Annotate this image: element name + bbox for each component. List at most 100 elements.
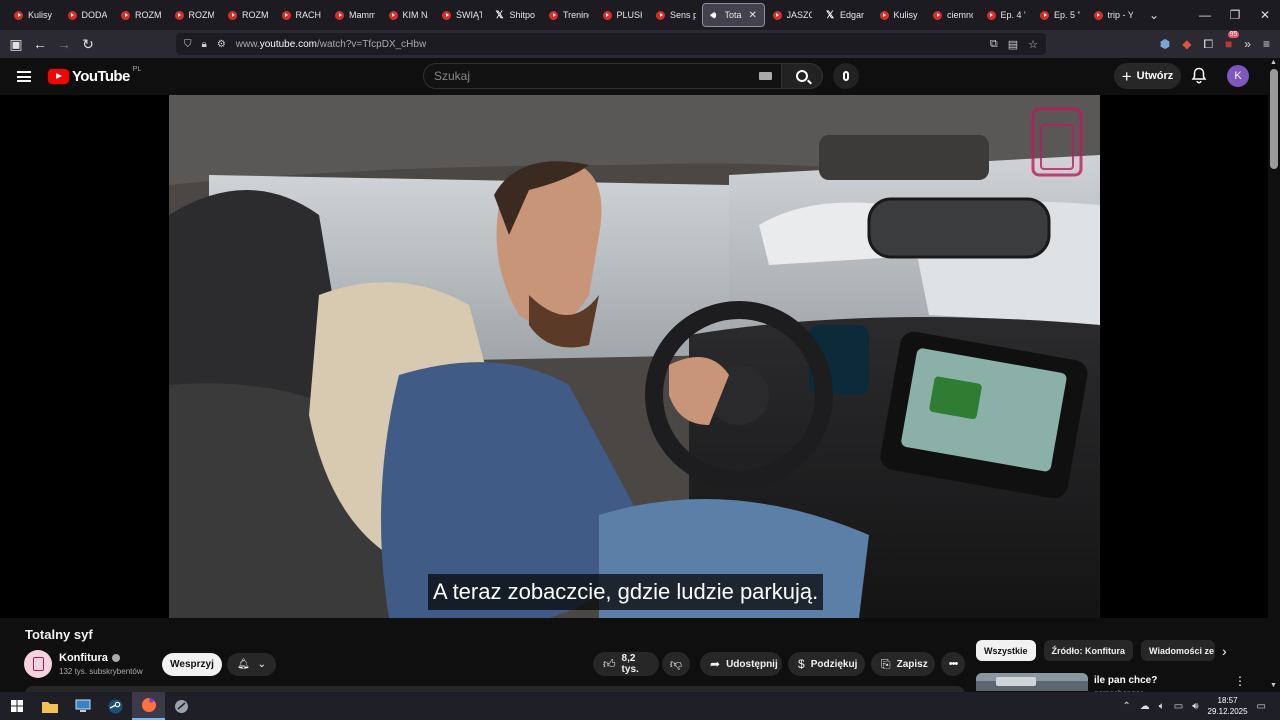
browser-tab[interactable]: Mamm [327,3,381,27]
speaker-tray-icon[interactable]: 🔈︎ [1159,701,1165,712]
url-path: /watch?v=TfcpDX_cHbw [316,38,427,50]
support-button[interactable]: Wesprzyj [162,653,222,676]
addon-badge-icon[interactable]: ■ 95 [1225,31,1240,51]
back-arrow-icon[interactable]: ← [28,36,52,52]
browser-tab[interactable]: trip - Y [1086,3,1140,27]
channel-avatar[interactable] [24,650,52,678]
shield-extension-icon[interactable]: ⬢ [1160,37,1170,51]
browser-tab[interactable]: JASZC [765,3,819,27]
channel-name-link[interactable]: Konfitura [59,652,120,664]
browser-tab[interactable]: RACHU [274,3,328,27]
close-window-icon[interactable]: ✕ [1250,8,1280,22]
chip-from-channel[interactable]: Źródło: Konfitura [1043,640,1134,661]
reader-view-icon[interactable]: ▤ [1008,38,1018,51]
browser-tab[interactable]: DODAJ [60,3,114,27]
browser-tab[interactable]: ROZMO [220,3,274,27]
microphone-icon [843,71,849,81]
browser-tab[interactable]: Ep. 4 " [979,3,1033,27]
browser-tab[interactable]: Kulisy p [6,3,60,27]
browser-tab[interactable]: 🔊︎ Tota ✕ [701,3,765,27]
tab-title: Shitpo [509,10,536,20]
chip-all[interactable]: Wszystkie [976,640,1036,661]
chips-next-chevron-icon[interactable]: › [1222,643,1227,659]
tray-overflow-chevron-icon[interactable]: ⌃ [1122,701,1130,712]
like-button[interactable]: 👍︎ 8,2 tys. [593,652,659,676]
browser-tab[interactable]: ROZMO [167,3,221,27]
restore-window-icon[interactable]: ❐ [1220,8,1250,22]
recommendation-thumbnail[interactable] [976,673,1088,691]
browser-tab[interactable]: Sens p [648,3,702,27]
tracking-shield-icon[interactable]: ⛉ [184,39,192,50]
browser-toolbar: ▣ ← → ↻ ⛉ 🔒︎ ⚙︎ www. youtube.com/watch?v=… [0,30,1280,58]
youtube-logo[interactable]: YouTube PL [48,66,141,85]
keyboard-icon[interactable] [759,72,772,80]
share-button[interactable]: ➦ Udostępnij [700,652,782,676]
app-menu-icon[interactable]: ≡ [1263,37,1270,51]
steam-icon[interactable] [99,692,132,720]
lock-icon[interactable]: 🔒︎ [202,39,207,50]
browser-tab[interactable]: ROZMO [113,3,167,27]
video-frame[interactable] [169,95,1100,618]
tab-title: ŚWIĄT [456,10,482,20]
create-button[interactable]: + Utwórz [1114,63,1181,89]
scrollbar-thumb[interactable] [1270,69,1278,169]
browser-tab[interactable]: Kulisy p [872,3,926,27]
system-clock[interactable]: 18:57 29.12.2025 [1208,695,1248,717]
bookmark-star-icon[interactable]: ☆ [1028,38,1038,51]
app-icon[interactable] [165,692,198,720]
voice-search-button[interactable] [833,63,859,89]
start-windows-icon[interactable] [0,692,33,720]
browser-tab[interactable]: ciemno [925,3,979,27]
browser-tab[interactable]: ŚWIĄT [434,3,488,27]
hamburger-menu-icon[interactable] [17,71,31,82]
account-avatar[interactable]: K [1227,65,1249,87]
browser-tab[interactable]: 𝕏 Edgar [818,3,872,27]
picture-in-picture-icon[interactable]: ⧉ [990,38,998,51]
file-explorer-icon[interactable] [33,692,66,720]
permissions-icon[interactable]: ⚙︎ [217,39,226,50]
address-bar[interactable]: ⛉ 🔒︎ ⚙︎ www. youtube.com/watch?v=TfcpDX_c… [176,33,1046,55]
notifications-bell-icon[interactable] [1191,67,1207,84]
browser-tab[interactable]: KIM NA [381,3,435,27]
subscription-notifications-button[interactable]: 🔔︎ ⌄ [227,653,276,676]
youtube-icon [602,10,612,20]
forward-arrow-icon[interactable]: → [52,36,76,52]
minimize-window-icon[interactable]: — [1190,8,1220,22]
youtube-icon [228,10,237,20]
youtube-icon [879,10,889,20]
extensions-puzzle-icon[interactable]: ⧠ [1203,37,1213,52]
search-button[interactable] [781,63,823,89]
thanks-button[interactable]: $ Podziękuj [788,652,865,676]
tab-overflow-chevron-icon[interactable]: ⌄ [1139,8,1169,22]
video-title: Totalny syf [25,627,93,642]
volume-icon[interactable]: 🔊︎ [1192,701,1198,712]
notifications-icon[interactable]: ▭ [1257,701,1266,712]
firefox-icon[interactable] [132,692,165,720]
overflow-chevrons-icon[interactable]: » [1244,37,1251,51]
browser-tab[interactable]: Ep. 5 " [1032,3,1086,27]
browser-tab[interactable]: 𝕏 Shitpo [488,3,542,27]
network-pc-icon[interactable] [66,692,99,720]
scroll-up-arrow-icon[interactable]: ▲ [1270,59,1277,66]
save-button[interactable]: ⎘ Zapisz [871,652,935,676]
fox-extension-icon[interactable]: ◆ [1182,37,1191,51]
recommendation-menu-icon[interactable]: ⋮ [1234,674,1246,688]
browser-tab[interactable]: PLUSKI [595,3,649,27]
close-tab-icon[interactable]: ✕ [749,10,757,21]
tab-title: JASZC [786,10,813,20]
video-player[interactable] [0,95,1268,618]
page-scrollbar[interactable]: ▲ ▼ [1268,58,1280,690]
reload-icon[interactable]: ↻ [76,36,100,53]
sidebar-toggle-icon[interactable]: ▣ [4,36,28,53]
chip-news[interactable]: Wiadomości ze [1141,640,1216,661]
more-actions-icon[interactable]: ••• [941,652,965,676]
browser-tab[interactable]: Trening [541,3,595,27]
cloud-icon[interactable]: ☁︎ [1140,701,1150,712]
dislike-button[interactable]: 👎︎ [662,652,690,676]
youtube-icon [986,10,996,20]
scroll-down-arrow-icon[interactable]: ▼ [1270,682,1277,689]
recommendation-title[interactable]: ile pan chce? [1094,675,1157,686]
search-input[interactable]: Szukaj [423,63,783,89]
youtube-play-icon [48,69,69,84]
display-icon[interactable]: ▭ [1174,701,1183,712]
